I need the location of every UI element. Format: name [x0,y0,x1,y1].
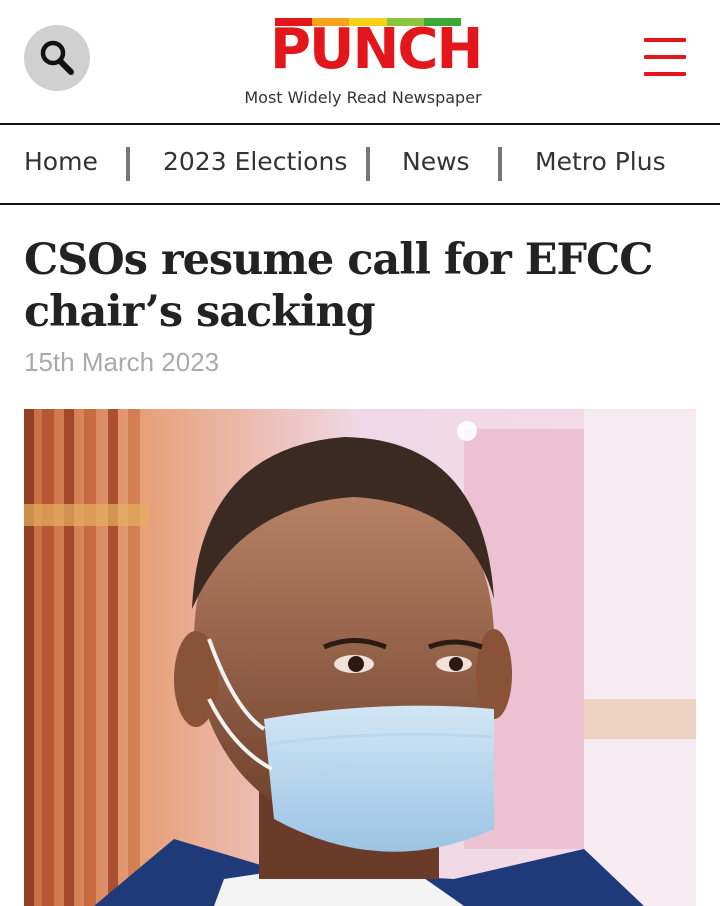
nav-divider [498,147,502,181]
nav-divider [366,147,370,181]
logo-wordmark: PUNCH [270,17,483,82]
article-headline: CSOs resume call for EFCC chair’s sackin… [24,235,653,337]
site-tagline: Most Widely Read Newspaper [244,88,482,107]
search-icon [40,40,74,75]
article-date: 15th March 2023 [24,347,220,377]
nav-item-home[interactable]: Home [24,147,98,176]
nav-divider [126,147,130,181]
search-button[interactable] [24,25,90,91]
site-header: PUNCH Most Widely Read Newspaper [0,0,720,124]
article-photo-illustration [24,409,696,906]
nav-item-2023-elections[interactable]: 2023 Elections [163,147,347,176]
article-photo[interactable] [24,409,696,906]
menu-button[interactable] [644,38,688,78]
nav-item-metro-plus[interactable]: Metro Plus [535,147,666,176]
main-navigation: Home 2023 Elections News Metro Plus [0,123,720,205]
site-logo[interactable]: PUNCH Most Widely Read Newspaper [230,14,496,124]
nav-item-news[interactable]: News [402,147,470,176]
